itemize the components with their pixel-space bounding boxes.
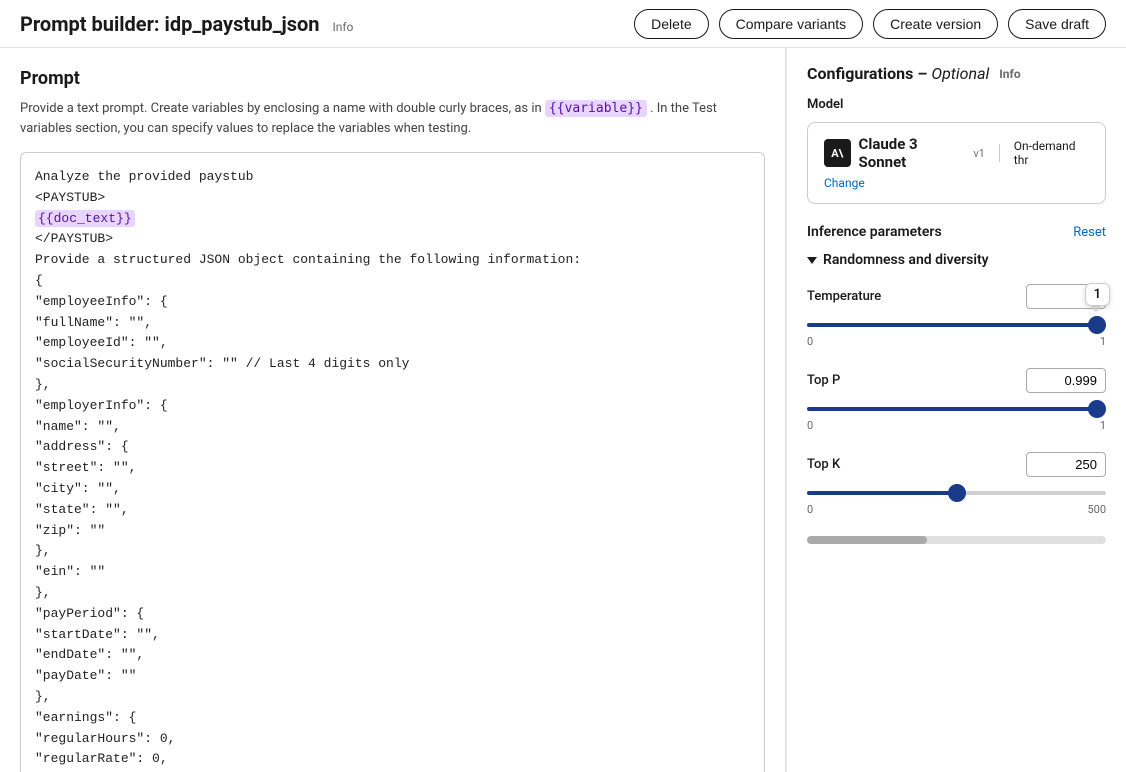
temperature-max: 1 bbox=[1100, 335, 1106, 348]
top-k-min: 0 bbox=[807, 503, 813, 516]
top-k-slider-container bbox=[807, 483, 1106, 499]
collapse-icon bbox=[807, 257, 817, 264]
temperature-tooltip-value: 1 bbox=[1094, 287, 1101, 302]
prompt-text-before: Analyze the provided paystub <PAYSTUB> bbox=[35, 169, 253, 205]
model-change-link[interactable]: Change bbox=[824, 176, 865, 190]
randomness-toggle[interactable]: Randomness and diversity bbox=[807, 252, 1106, 268]
prompt-editor[interactable]: Analyze the provided paystub <PAYSTUB> {… bbox=[20, 152, 765, 772]
model-name: Claude 3 Sonnet bbox=[859, 135, 964, 171]
top-p-range-labels: 0 1 bbox=[807, 419, 1106, 432]
top-k-row: Top K bbox=[807, 452, 1106, 477]
temperature-tooltip: 1 bbox=[1085, 283, 1110, 306]
prompt-text-after: </PAYSTUB> Provide a structured JSON obj… bbox=[35, 231, 581, 772]
top-p-max: 1 bbox=[1100, 419, 1106, 432]
model-throughput: On-demand thr bbox=[1014, 139, 1089, 167]
page-title: Prompt builder: idp_paystub_json Info bbox=[20, 12, 353, 36]
variable-example: {{variable}} bbox=[545, 100, 647, 117]
temperature-row: Temperature bbox=[807, 284, 1106, 309]
header: Prompt builder: idp_paystub_json Info De… bbox=[0, 0, 1126, 48]
config-panel: Configurations – Optional Info Model A\ … bbox=[786, 48, 1126, 772]
top-p-group: Top P 0 1 bbox=[807, 368, 1106, 432]
top-k-range-labels: 0 500 bbox=[807, 503, 1106, 516]
config-scrollbar-thumb bbox=[807, 536, 927, 544]
inference-title: Inference parameters bbox=[807, 224, 942, 240]
model-box: A\ Claude 3 Sonnet v1 On-demand thr Chan… bbox=[807, 122, 1106, 204]
top-k-group: Top K 0 500 bbox=[807, 452, 1106, 516]
create-version-button[interactable]: Create version bbox=[873, 9, 998, 39]
top-p-min: 0 bbox=[807, 419, 813, 432]
header-actions: Delete Compare variants Create version S… bbox=[634, 9, 1106, 39]
info-badge[interactable]: Info bbox=[332, 20, 353, 34]
title-text: Prompt builder: idp_paystub_json bbox=[20, 12, 319, 36]
temperature-min: 0 bbox=[807, 335, 813, 348]
temperature-slider-container: 1 bbox=[807, 315, 1106, 331]
prompt-description: Provide a text prompt. Create variables … bbox=[20, 99, 765, 138]
doc-text-variable: {{doc_text}} bbox=[35, 210, 135, 227]
prompt-panel-title: Prompt bbox=[20, 68, 765, 89]
top-k-slider[interactable] bbox=[807, 491, 1106, 495]
compare-variants-button[interactable]: Compare variants bbox=[719, 9, 864, 39]
save-draft-button[interactable]: Save draft bbox=[1008, 9, 1106, 39]
reset-link[interactable]: Reset bbox=[1073, 225, 1106, 240]
top-p-slider[interactable] bbox=[807, 407, 1106, 411]
model-divider bbox=[999, 144, 1000, 162]
model-logo-text: A\ bbox=[831, 147, 843, 160]
top-k-label: Top K bbox=[807, 457, 840, 472]
config-header: Configurations – Optional Info bbox=[807, 64, 1106, 83]
model-version: v1 bbox=[973, 147, 985, 160]
model-logo: A\ bbox=[824, 139, 851, 167]
model-row: A\ Claude 3 Sonnet v1 On-demand thr bbox=[824, 135, 1089, 171]
temperature-range-labels: 0 1 bbox=[807, 335, 1106, 348]
temperature-group: Temperature 1 0 1 bbox=[807, 284, 1106, 348]
inference-header: Inference parameters Reset bbox=[807, 224, 1106, 240]
desc-text-before: Provide a text prompt. Create variables … bbox=[20, 101, 545, 116]
temperature-label: Temperature bbox=[807, 289, 881, 304]
top-k-max: 500 bbox=[1087, 503, 1106, 516]
randomness-title: Randomness and diversity bbox=[823, 252, 989, 268]
top-k-input[interactable] bbox=[1026, 452, 1106, 477]
delete-button[interactable]: Delete bbox=[634, 9, 708, 39]
top-p-slider-container bbox=[807, 399, 1106, 415]
prompt-panel: Prompt Provide a text prompt. Create var… bbox=[0, 48, 786, 772]
top-p-input[interactable] bbox=[1026, 368, 1106, 393]
config-title-text: Configurations – Optional bbox=[807, 64, 989, 83]
main-layout: Prompt Provide a text prompt. Create var… bbox=[0, 48, 1126, 772]
config-scrollbar[interactable] bbox=[807, 536, 1106, 544]
model-section-label: Model bbox=[807, 97, 1106, 112]
temperature-slider[interactable] bbox=[807, 323, 1106, 327]
config-info-badge[interactable]: Info bbox=[999, 67, 1020, 81]
top-p-label: Top P bbox=[807, 373, 840, 388]
top-p-row: Top P bbox=[807, 368, 1106, 393]
